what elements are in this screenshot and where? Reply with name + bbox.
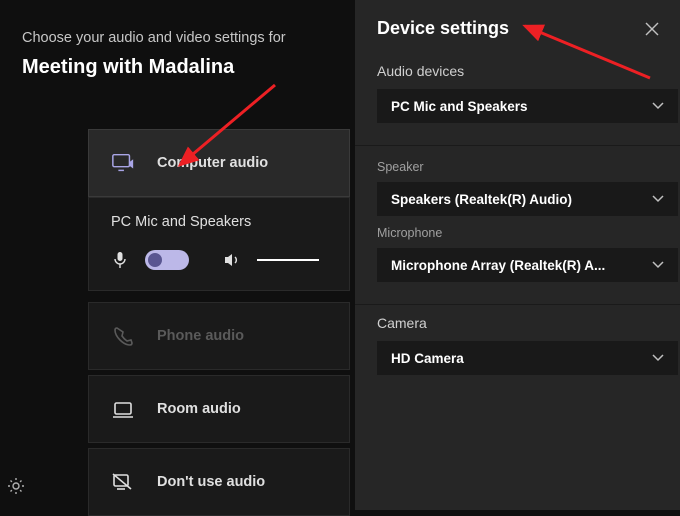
selected-device-label: PC Mic and Speakers (111, 214, 327, 230)
speaker-label: Speaker (377, 160, 678, 174)
microphone-dropdown[interactable]: Microphone Array (Realtek(R) A... (377, 248, 678, 282)
speaker-icon (223, 251, 241, 269)
computer-audio-icon (111, 151, 135, 175)
phone-audio-icon (111, 324, 135, 348)
no-audio-icon (111, 470, 135, 494)
chevron-down-icon (652, 195, 664, 203)
option-label: Phone audio (157, 328, 244, 344)
option-label: Room audio (157, 401, 241, 417)
chevron-down-icon (652, 102, 664, 110)
camera-label: Camera (377, 315, 678, 331)
chevron-down-icon (652, 261, 664, 269)
dropdown-value: Microphone Array (Realtek(R) A... (391, 258, 605, 273)
close-icon[interactable] (642, 19, 662, 39)
settings-gear-icon[interactable] (6, 476, 28, 498)
speaker-dropdown[interactable]: Speakers (Realtek(R) Audio) (377, 182, 678, 216)
option-room-audio[interactable]: Room audio (88, 375, 350, 443)
audio-devices-label: Audio devices (377, 63, 678, 79)
chevron-down-icon (652, 354, 664, 362)
option-label: Computer audio (157, 155, 268, 171)
panel-title: Device settings (377, 18, 509, 39)
microphone-label: Microphone (377, 226, 678, 240)
room-audio-icon (111, 397, 135, 421)
device-settings-panel: Device settings Audio devices PC Mic and… (355, 0, 680, 510)
option-dont-use-audio[interactable]: Don't use audio (88, 448, 350, 516)
mic-toggle[interactable] (145, 250, 189, 270)
camera-dropdown[interactable]: HD Camera (377, 341, 678, 375)
option-computer-audio[interactable]: Computer audio (88, 129, 350, 197)
audio-expansion: PC Mic and Speakers (88, 197, 350, 291)
dropdown-value: HD Camera (391, 351, 464, 366)
volume-slider[interactable] (257, 259, 319, 261)
dropdown-value: PC Mic and Speakers (391, 99, 528, 114)
option-label: Don't use audio (157, 474, 265, 490)
microphone-icon (111, 251, 129, 269)
dropdown-value: Speakers (Realtek(R) Audio) (391, 192, 572, 207)
option-phone-audio[interactable]: Phone audio (88, 302, 350, 370)
audio-device-dropdown[interactable]: PC Mic and Speakers (377, 89, 678, 123)
